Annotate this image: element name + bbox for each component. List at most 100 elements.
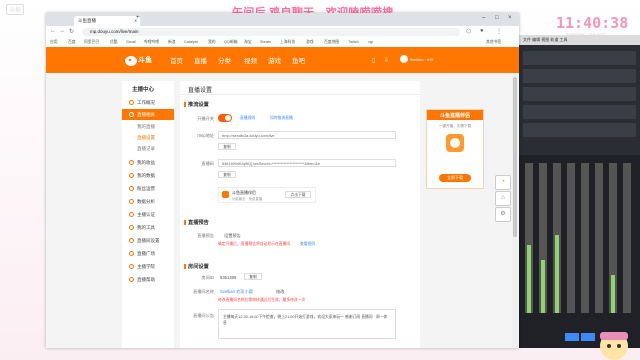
sidebar-title: 主播中心 [132, 87, 155, 93]
sidebar-subitem-live-settings[interactable]: 直播设置 [122, 132, 174, 143]
companion-app-icon [222, 191, 229, 198]
download-icon[interactable]: ⇩ [384, 57, 389, 64]
download-companion-button[interactable]: 点击下载 [285, 191, 311, 198]
mobile-icon[interactable]: ▯ [372, 57, 375, 64]
new-tab-icon[interactable]: + [136, 15, 140, 21]
url-input[interactable]: mp.douyu.com/live/main [82, 28, 460, 36]
sidebar-item-room[interactable]: 直播间设置 [122, 235, 174, 246]
sidebar-item-fans[interactable]: 粉丝运营 [122, 183, 174, 194]
daw-menu-text: 文件 编辑 视图 轨道 工具 [523, 37, 568, 42]
help-icon [129, 277, 134, 282]
extension-icon[interactable]: ⬡ [466, 28, 471, 35]
back-icon[interactable]: ← [50, 28, 56, 34]
nav-fishbar[interactable]: 鱼吧 [292, 55, 305, 65]
promo-subtitle: 一键开播，无需下载 [438, 124, 472, 128]
nav-games[interactable]: 游戏 [268, 55, 281, 65]
how-to-stream-link[interactable]: 如何推流直播 [270, 116, 293, 121]
bookmark[interactable]: vgl [368, 39, 373, 46]
minimize-icon[interactable]: – [482, 15, 485, 21]
promo-app-icon [446, 134, 464, 152]
browser-tab-douyu[interactable]: 斗鱼直播 × [74, 16, 140, 26]
sidebar-item-tools[interactable]: 我的工具 [122, 222, 174, 233]
bookmark[interactable]: Steam [260, 39, 271, 46]
sidebar-item-label: 主播认证 [137, 212, 155, 217]
user-avatar[interactable] [400, 55, 408, 63]
rtmp-address-field[interactable]: rtmp://sendtc3a.douyu.com/live [218, 131, 396, 139]
edit-room-name-link[interactable]: 修改 [276, 289, 284, 295]
nav-category[interactable]: 分类 [218, 55, 231, 65]
scrollbar-thumb[interactable] [513, 77, 517, 237]
sidebar-item-label: 主播学院 [137, 264, 155, 269]
menu-dots-icon[interactable]: ⋮ [496, 28, 502, 35]
page-scrollbar[interactable] [512, 73, 518, 348]
daw-menubar: 文件 编辑 视图 轨道 工具 [519, 35, 640, 45]
main-panel: 直播设置 推流设置 开播开关 直播规则 如何推流直播 rtmp地址 rtmp:/… [180, 81, 420, 348]
fans-icon [129, 186, 134, 191]
home-icon[interactable]: ⌂ [495, 191, 511, 206]
bookmark[interactable]: Catalyst [184, 39, 198, 46]
academy-icon [129, 264, 134, 269]
divider [180, 94, 420, 95]
bookmark[interactable]: Gmail [126, 39, 136, 46]
bookmark[interactable]: 新浪 [168, 39, 176, 46]
room-name-label: 直播间名称 [193, 289, 214, 294]
companion-promo-card[interactable]: 斗鱼直播伴侣 一键开播，无需下载 立即下载 [426, 109, 484, 189]
sidebar-item-help[interactable]: 直播帮助 [122, 274, 174, 285]
copy-room-id-button[interactable]: 复制 [244, 273, 262, 280]
certify-icon [129, 212, 134, 217]
bookmark-other[interactable]: 其他书签 [486, 39, 501, 46]
sidebar-item-label: 数据分析 [137, 199, 155, 204]
sidebar-item-overview[interactable]: 工作概况 [122, 97, 174, 108]
stream-key-field[interactable]: 5361499r5Uq9fQj?wsSecret=***************… [218, 159, 396, 167]
bookmark[interactable]: 百度地图 [324, 39, 339, 46]
profile-avatar[interactable]: ● [480, 28, 484, 34]
promo-download-button[interactable]: 立即下载 [439, 174, 471, 182]
sidebar-subitem-live-records[interactable]: 直播记录 [122, 143, 174, 154]
sidebar-subitem-my-live[interactable]: 我的直播 [122, 121, 174, 132]
close-window-icon[interactable]: × [508, 15, 512, 21]
sidebar-item-live[interactable]: 直播相关 [122, 109, 174, 120]
bookmark[interactable]: 百度 [68, 39, 76, 46]
nav-live[interactable]: 直播 [194, 55, 207, 65]
bookmark[interactable]: 上海科技 [280, 39, 295, 46]
forward-icon[interactable]: → [59, 28, 65, 34]
tools-icon [129, 225, 134, 230]
bookmark[interactable]: 淘宝 [244, 39, 252, 46]
copy-key-button[interactable]: 复制 [218, 171, 236, 178]
bookmark[interactable]: 哔哩哔哩 [144, 39, 159, 46]
bookmark[interactable]: 应用 [50, 39, 58, 46]
analysis-icon [129, 199, 134, 204]
bookmark[interactable]: 优酷 [110, 39, 118, 46]
preview-value[interactable]: 设置预告 [224, 233, 241, 239]
sidebar-item-certify[interactable]: 主播认证 [122, 209, 174, 220]
overlay-clock: 11:40:38 [556, 14, 629, 32]
bookmark[interactable]: Twitch [348, 39, 359, 46]
sidebar-item-analysis[interactable]: 数据分析 [122, 196, 174, 207]
sidebar-item-data[interactable]: 我的数据 [122, 170, 174, 181]
bookmark[interactable]: QQ邮箱 [224, 39, 238, 46]
sidebar-item-income[interactable]: 我的收益 [122, 157, 174, 168]
section-push-title: 推流设置 [184, 102, 209, 108]
sidebar-item-plaza[interactable]: 直播广场 [122, 248, 174, 259]
sidebar-item-academy[interactable]: 主播学院 [122, 261, 174, 272]
page-title: 直播设置 [188, 88, 213, 94]
bookmark[interactable]: 游戏 [306, 39, 314, 46]
stream-key-label: 直播码 [201, 161, 214, 166]
nav-video[interactable]: 视频 [244, 55, 257, 65]
daw-tracks [519, 45, 640, 348]
rules-link[interactable]: 直播规则 [240, 116, 255, 121]
bookmark[interactable]: 我的 [208, 39, 216, 46]
live-toggle[interactable] [218, 114, 232, 122]
copy-rtmp-button[interactable]: 复制 [218, 143, 236, 150]
reload-icon[interactable]: ↻ [69, 28, 74, 35]
income-icon [129, 160, 134, 165]
feedback-icon[interactable]: ◔ [495, 175, 511, 190]
sidebar-item-label: 直播间设置 [137, 238, 160, 243]
nav-home[interactable]: 首页 [170, 55, 183, 65]
settings-icon[interactable]: ⚙ [495, 207, 511, 222]
user-badge: Svetlian · lv51 [410, 58, 434, 62]
notice-textarea[interactable]: 主播每天12:30-15:00下午检查，晚上21:00开始打游戏，欢迎大家来玩～… [218, 309, 396, 339]
maximize-icon[interactable]: □ [495, 15, 499, 21]
bookmark[interactable]: 阿里巴巴 [84, 39, 99, 46]
preview-rules-link[interactable]: 查看规则 [300, 242, 315, 247]
